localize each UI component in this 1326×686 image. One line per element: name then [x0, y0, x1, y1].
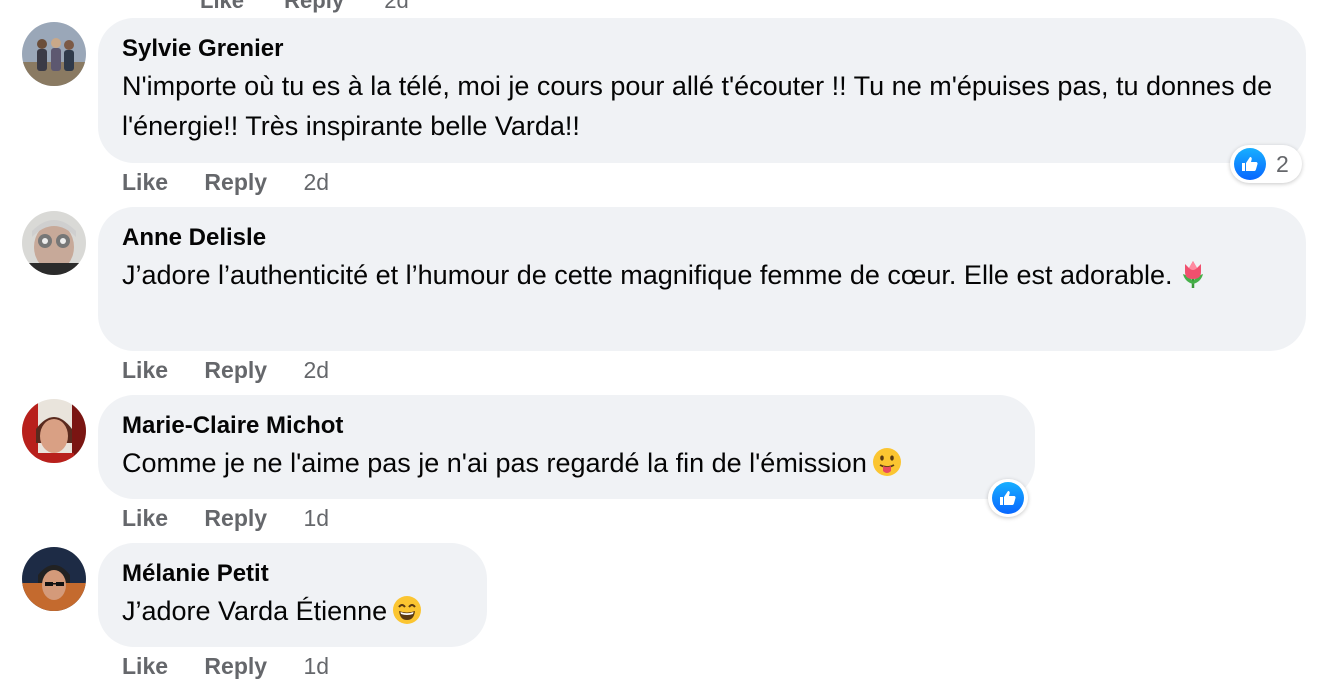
like-button[interactable]: Like: [122, 355, 168, 385]
comment-author[interactable]: Mélanie Petit: [122, 558, 463, 590]
reply-button[interactable]: Reply: [204, 651, 267, 681]
like-icon: [1234, 148, 1266, 180]
comment-author[interactable]: Marie-Claire Michot: [122, 410, 1011, 442]
comment-time[interactable]: 1d: [303, 503, 329, 533]
comment-time[interactable]: 2d: [303, 167, 329, 197]
avatar-photo: [22, 547, 86, 611]
tulip-emoji: [1177, 258, 1209, 290]
comment-time: 2d: [384, 0, 409, 13]
comment-text: J’adore Varda Étienne: [122, 596, 388, 626]
comment-time[interactable]: 1d: [303, 651, 329, 681]
comment-actions: Like Reply 1d: [122, 651, 329, 681]
comment-time[interactable]: 2d: [303, 355, 329, 385]
grinning-emoji: [391, 594, 423, 626]
avatar-photo: [22, 211, 86, 275]
reply-button[interactable]: Reply: [284, 0, 344, 13]
comment-actions: Like Reply 1d: [122, 503, 329, 533]
like-icon: [992, 482, 1024, 514]
avatar[interactable]: [22, 22, 86, 86]
comment-bubble: Marie-Claire Michot Comme je ne l'aime p…: [98, 395, 1035, 499]
comment-text: N'importe où tu es à la télé, moi je cou…: [122, 71, 1273, 141]
comment-bubble: Anne Delisle J’adore l’authenticité et l…: [98, 207, 1306, 351]
tongue-out-emoji: [871, 446, 903, 478]
avatar[interactable]: [22, 399, 86, 463]
like-button[interactable]: Like: [200, 0, 244, 13]
reply-button[interactable]: Reply: [204, 503, 267, 533]
avatar-photo: [22, 22, 86, 86]
avatar-photo: [22, 399, 86, 463]
reply-button[interactable]: Reply: [204, 167, 267, 197]
comment-author[interactable]: Sylvie Grenier: [122, 33, 1282, 65]
like-button[interactable]: Like: [122, 167, 168, 197]
comment-text: Comme je ne l'aime pas je n'ai pas regar…: [122, 448, 867, 478]
avatar[interactable]: [22, 547, 86, 611]
comment-author[interactable]: Anne Delisle: [122, 222, 1282, 254]
reaction-summary[interactable]: [988, 479, 1028, 517]
previous-comment-actions: Like Reply 2d: [200, 0, 443, 14]
reaction-count: 2: [1276, 150, 1289, 177]
comment-actions: Like Reply 2d: [122, 355, 329, 385]
comment-text: J’adore l’authenticité et l’humour de ce…: [122, 260, 1173, 290]
comment-bubble: Mélanie Petit J’adore Varda Étienne: [98, 543, 487, 647]
like-button[interactable]: Like: [122, 503, 168, 533]
avatar[interactable]: [22, 211, 86, 275]
reply-button[interactable]: Reply: [204, 355, 267, 385]
comment-bubble: Sylvie Grenier N'importe où tu es à la t…: [98, 18, 1306, 163]
like-button[interactable]: Like: [122, 651, 168, 681]
comment-actions: Like Reply 2d: [122, 167, 329, 197]
reaction-summary[interactable]: 2: [1230, 145, 1302, 183]
